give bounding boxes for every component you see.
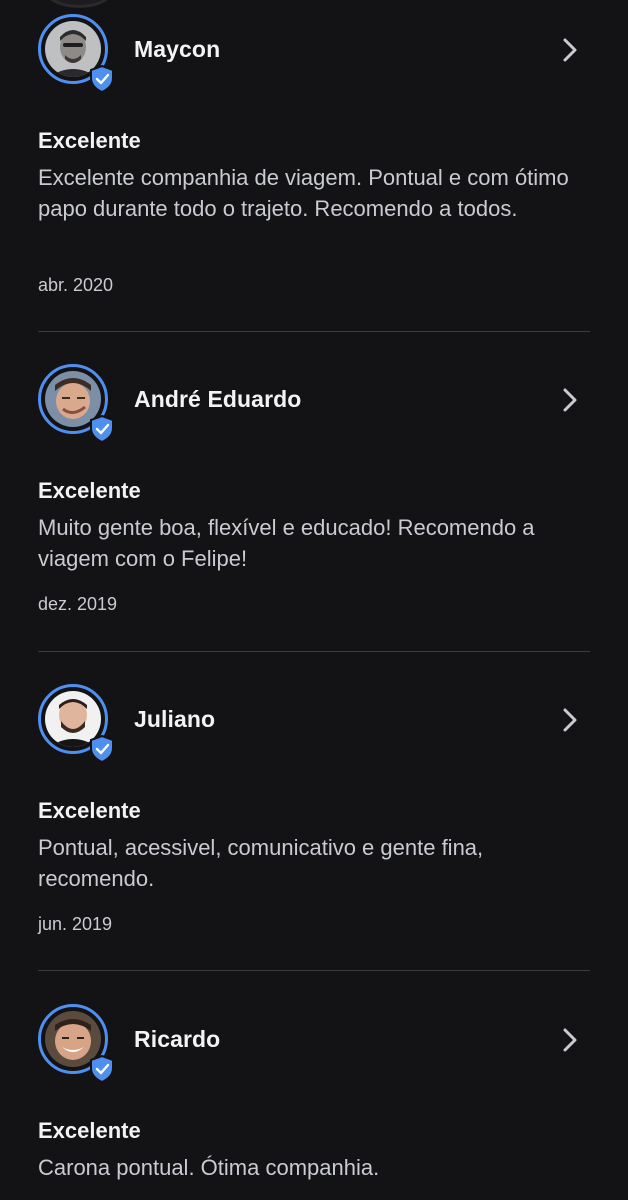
avatar bbox=[38, 684, 114, 763]
chevron-right-icon bbox=[563, 1028, 577, 1052]
reviewer-profile-link[interactable]: Juliano bbox=[38, 684, 590, 763]
chevron-right-icon bbox=[563, 38, 577, 62]
review-rating: Excelente bbox=[38, 478, 141, 503]
reviewer-profile-link[interactable]: Maycon bbox=[38, 14, 590, 93]
reviewer-name: Juliano bbox=[134, 706, 216, 732]
avatar bbox=[38, 14, 114, 93]
avatar bbox=[38, 364, 114, 443]
divider bbox=[38, 331, 590, 332]
reviewer-profile-link[interactable]: André Eduardo bbox=[38, 364, 590, 443]
reviewer-profile-link[interactable]: Ricardo bbox=[38, 1004, 590, 1083]
review-rating: Excelente bbox=[38, 798, 141, 823]
review-comment: Excelente companhia de viagem. Pontual e… bbox=[38, 165, 569, 221]
chevron-right-icon bbox=[563, 708, 577, 732]
previous-avatar-partial bbox=[44, 0, 114, 8]
divider bbox=[38, 651, 590, 652]
chevron-right-icon bbox=[563, 388, 577, 412]
verified-badge-icon bbox=[90, 65, 114, 93]
reviewer-name: André Eduardo bbox=[134, 386, 302, 412]
review-comment: Muito gente boa, flexível e educado! Rec… bbox=[38, 515, 535, 571]
review-comment: Carona pontual. Ótima companhia. bbox=[38, 1155, 380, 1180]
reviews-screen: Maycon Excelente Excelente companhia de … bbox=[0, 0, 628, 1200]
review-rating: Excelente bbox=[38, 1118, 141, 1143]
divider bbox=[38, 970, 590, 971]
review-date: abr. 2020 bbox=[38, 275, 114, 295]
review-rating: Excelente bbox=[38, 128, 141, 153]
avatar bbox=[38, 1004, 114, 1083]
reviewer-name: Maycon bbox=[134, 36, 221, 62]
verified-badge-icon bbox=[90, 415, 114, 443]
review-date: dez. 2019 bbox=[38, 594, 118, 614]
review-comment: Pontual, acessivel, comunicativo e gente… bbox=[38, 835, 484, 891]
review-date: jun. 2019 bbox=[38, 914, 113, 934]
verified-badge-icon bbox=[90, 1055, 114, 1083]
verified-badge-icon bbox=[90, 735, 114, 763]
reviewer-name: Ricardo bbox=[134, 1026, 221, 1052]
